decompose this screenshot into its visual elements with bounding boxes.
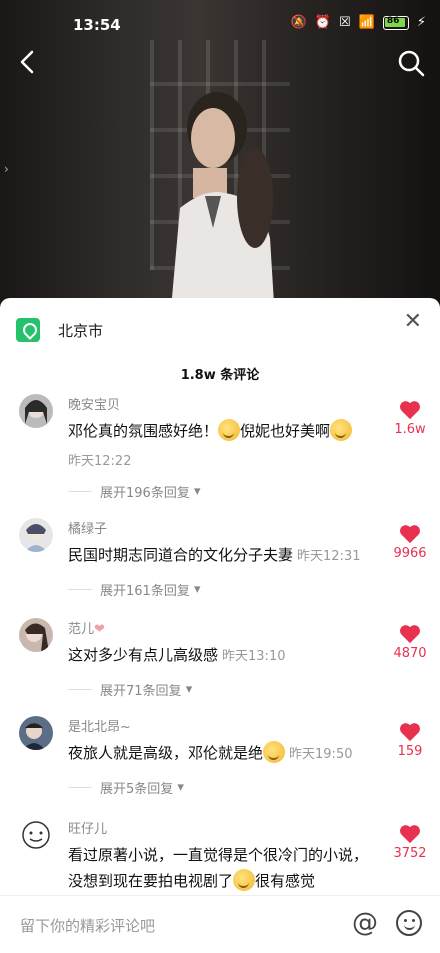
status-icons: 🔕 ⏰ ☒ 📶 86 ⚡ (291, 15, 426, 30)
heart-icon (400, 825, 420, 844)
username-text: 范儿 (68, 622, 95, 637)
like-button[interactable]: 3752 (390, 824, 430, 861)
pray-emoji-icon (233, 869, 256, 891)
status-time: 13:54 (73, 16, 121, 34)
like-count: 3752 (393, 846, 427, 861)
expand-label: 展开71条回复 (100, 684, 182, 699)
back-icon[interactable] (14, 48, 42, 76)
dropdown-icon: ▾ (193, 582, 201, 597)
location-city: 北京市 (58, 321, 104, 340)
like-button[interactable]: 4870 (390, 624, 430, 661)
dropdown-icon: ▾ (185, 682, 193, 697)
heart-icon (400, 525, 420, 544)
comment-text[interactable]: 夜旅人就是高级，邓伦就是绝 昨天19:50 (68, 740, 393, 768)
battery-icon: 86 (382, 15, 409, 30)
comment-text[interactable]: 这对多少有点儿高级感 昨天13:10 (68, 642, 393, 670)
avatar[interactable] (19, 716, 53, 750)
heart-icon (400, 625, 420, 644)
expand-replies[interactable]: 展开161条回复 ▾ (68, 580, 201, 599)
comment-text-part: 倪妮也好美啊 (240, 422, 331, 440)
heart-icon (400, 401, 420, 420)
battery-level: 86 (386, 15, 400, 26)
comment-text-part: 很有感觉 (255, 872, 316, 890)
charging-icon: ⚡ (416, 15, 426, 30)
username[interactable]: 橘绿子 (68, 518, 107, 537)
wifi-icon: 📶 (358, 15, 375, 30)
expand-label: 展开196条回复 (100, 486, 190, 501)
username[interactable]: 旺仔儿 (68, 818, 107, 837)
like-count: 1.6w (394, 422, 426, 437)
comment-time: 昨天19:50 (289, 747, 353, 762)
like-count: 4870 (393, 646, 427, 661)
username[interactable]: 晚安宝贝 (68, 394, 120, 413)
comment-input-bar: 留下你的精彩评论吧 @ (0, 895, 440, 953)
expand-replies[interactable]: 展开5条回复 ▾ (68, 778, 184, 797)
avatar[interactable] (19, 818, 53, 852)
heart-badge-icon: ❤ (94, 622, 105, 637)
comment-count: 1.8w 条评论 (180, 368, 260, 383)
close-icon[interactable]: ✕ (404, 311, 422, 333)
pray-emoji-icon (218, 419, 241, 441)
comment-text-part: 看过原著小说，一直觉得是个很冷门的小说，没想到现在要拍电视剧了 (68, 846, 369, 890)
video-preview[interactable]: › (0, 0, 440, 320)
expand-replies[interactable]: 展开196条回复 ▾ (68, 482, 201, 501)
at-icon[interactable]: @ (352, 908, 378, 938)
comment-input[interactable]: 留下你的精彩评论吧 (20, 915, 155, 936)
like-button[interactable]: 1.6w (390, 400, 430, 437)
dropdown-icon: ▾ (193, 484, 201, 499)
expand-label: 展开5条回复 (100, 782, 174, 797)
comment-time: 昨天12:31 (297, 549, 361, 564)
emoji-icon[interactable] (396, 910, 422, 936)
status-bar: 13:54 🔕 ⏰ ☒ 📶 86 ⚡ (0, 0, 440, 48)
like-count: 9966 (393, 546, 427, 561)
location-row[interactable]: 北京市 (16, 318, 103, 342)
comment-text[interactable]: 民国时期志同道合的文化分子夫妻 昨天12:31 (68, 542, 393, 570)
comment-text[interactable]: 邓伦真的氛围感好绝！ 倪妮也好美啊 (68, 418, 393, 444)
search-icon[interactable] (396, 48, 426, 78)
comment-text-part: 邓伦真的氛围感好绝！ (68, 422, 219, 440)
like-count: 159 (397, 744, 423, 759)
avatar[interactable] (19, 394, 53, 428)
expand-label: 展开161条回复 (100, 584, 190, 599)
heart-icon (400, 723, 420, 742)
comment-text[interactable]: 看过原著小说，一直觉得是个很冷门的小说，没想到现在要拍电视剧了 很有感觉 (68, 842, 378, 894)
comment-text-part: 夜旅人就是高级，邓伦就是绝 (68, 744, 264, 762)
comment-text-part: 这对多少有点儿高级感 (68, 646, 219, 664)
alarm-icon: ⏰ (314, 15, 332, 30)
comment-sheet: 北京市 ✕ 1.8w 条评论 晚安宝贝 邓伦真的氛围感好绝！ 倪妮也好美啊 昨天1… (0, 298, 440, 953)
mute-icon: 🔕 (290, 15, 307, 30)
username[interactable]: 是北北昂~ (68, 716, 131, 735)
pray-emoji-icon (330, 419, 353, 441)
person-figure (170, 92, 275, 320)
side-arrow-icon: › (4, 162, 9, 176)
expand-replies[interactable]: 展开71条回复 ▾ (68, 680, 192, 699)
avatar[interactable] (19, 518, 53, 552)
comment-text-part: 民国时期志同道合的文化分子夫妻 (68, 546, 294, 564)
like-button[interactable]: 159 (390, 722, 430, 759)
dropdown-icon: ▾ (177, 780, 184, 795)
sim-icon: ☒ (339, 15, 351, 30)
location-icon (16, 318, 40, 342)
username[interactable]: 范儿❤ (68, 618, 105, 637)
heart-eyes-emoji-icon (263, 741, 286, 763)
avatar[interactable] (19, 618, 53, 652)
comment-time: 昨天12:22 (68, 454, 132, 469)
like-button[interactable]: 9966 (390, 524, 430, 561)
comment-time: 昨天13:10 (222, 649, 286, 664)
